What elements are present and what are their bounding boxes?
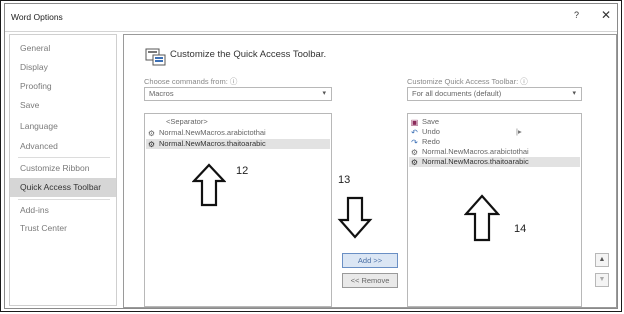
close-button[interactable]: ✕: [601, 8, 611, 22]
annotation-number: 14: [514, 223, 527, 235]
list-item-separator[interactable]: <Separator>: [166, 117, 208, 126]
choose-commands-dropdown[interactable]: Macros ▾: [144, 87, 332, 101]
sidebar-item-language[interactable]: Language: [20, 121, 58, 131]
list-item-selected[interactable]: ⚙ Normal.NewMacros.thaitoarabic: [146, 139, 330, 149]
sidebar-item-save[interactable]: Save: [20, 100, 39, 110]
macro-icon: ⚙: [147, 140, 156, 149]
sidebar-item-trust-center[interactable]: Trust Center: [20, 223, 67, 233]
list-item-selected[interactable]: ⚙ Normal.NewMacros.thaitoarabic: [409, 157, 580, 167]
sidebar-item-advanced[interactable]: Advanced: [20, 141, 58, 151]
list-item[interactable]: ▣ Save: [410, 117, 439, 127]
info-icon: ⓘ: [520, 77, 528, 86]
macro-icon: ⚙: [147, 129, 156, 138]
macro-icon: ⚙: [410, 148, 419, 157]
move-down-button[interactable]: ▼: [595, 273, 609, 287]
undo-icon: ↶: [411, 128, 418, 137]
list-item[interactable]: ↶ Undo: [410, 127, 440, 137]
remove-button[interactable]: << Remove: [342, 273, 398, 288]
up-arrow-annotation-14: [464, 194, 500, 242]
macro-icon: ⚙: [410, 158, 419, 167]
chevron-down-icon: ▾: [572, 90, 576, 97]
available-commands-list[interactable]: <Separator> ⚙ Normal.NewMacros.arabictoth…: [144, 113, 332, 307]
move-up-button[interactable]: ▲: [595, 253, 609, 267]
list-item[interactable]: ⚙ Normal.NewMacros.arabictothai: [410, 147, 529, 157]
title-bar: Word Options ? ✕: [5, 4, 617, 32]
sidebar-divider: [18, 157, 110, 158]
down-arrow-annotation-13: [337, 196, 373, 239]
choose-commands-label: Choose commands from: ⓘ: [144, 77, 238, 86]
chevron-down-icon: ▾: [322, 90, 326, 97]
word-options-dialog: Word Options ? ✕ General Display Proofin…: [4, 3, 618, 309]
help-button[interactable]: ?: [574, 10, 579, 20]
sidebar-item-add-ins[interactable]: Add-ins: [20, 205, 49, 215]
sidebar-item-quick-access-toolbar[interactable]: Quick Access Toolbar: [10, 178, 116, 197]
quick-access-toolbar-icon: [145, 48, 166, 66]
sidebar-item-customize-ribbon[interactable]: Customize Ribbon: [20, 163, 89, 173]
customize-toolbar-value: For all documents (default): [412, 89, 502, 98]
info-icon: ⓘ: [229, 77, 238, 86]
redo-icon: ↷: [411, 138, 418, 147]
annotation-number: 13: [338, 174, 351, 186]
options-sidebar: General Display Proofing Save Language A…: [9, 34, 117, 306]
sidebar-item-general[interactable]: General: [20, 43, 50, 53]
sidebar-item-display[interactable]: Display: [20, 62, 48, 72]
dialog-title: Word Options: [11, 12, 63, 22]
customize-toolbar-dropdown[interactable]: For all documents (default) ▾: [407, 87, 582, 101]
customize-toolbar-label: Customize Quick Access Toolbar: ⓘ: [407, 77, 528, 86]
save-icon: ▣: [410, 118, 419, 127]
add-button[interactable]: Add >>: [342, 253, 398, 268]
sidebar-divider: [18, 199, 110, 200]
choose-commands-value: Macros: [149, 89, 174, 98]
up-arrow-annotation-12: [192, 163, 226, 207]
expand-arrow-icon[interactable]: |▸: [516, 127, 522, 136]
annotation-number: 12: [236, 165, 249, 177]
list-item[interactable]: ↷ Redo: [410, 137, 440, 147]
sidebar-item-proofing[interactable]: Proofing: [20, 81, 52, 91]
page-heading: Customize the Quick Access Toolbar.: [170, 49, 327, 60]
list-item[interactable]: ⚙ Normal.NewMacros.arabictothai: [147, 128, 266, 138]
